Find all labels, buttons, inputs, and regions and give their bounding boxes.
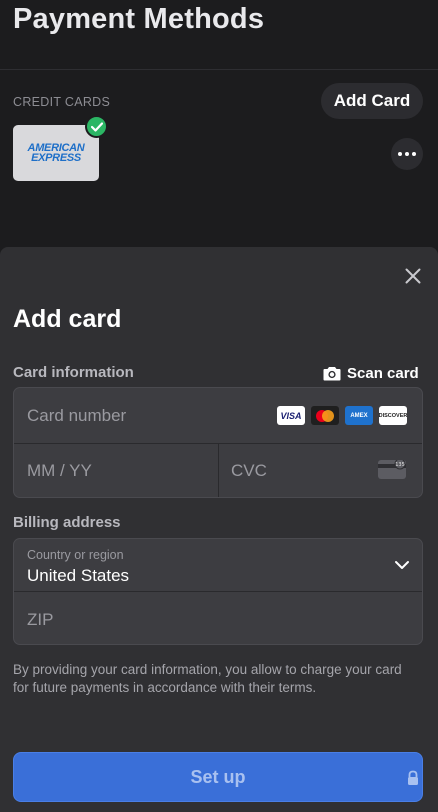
amex-logo: AMERICAN EXPRESS: [23, 143, 89, 164]
add-card-button[interactable]: Add Card: [321, 83, 423, 119]
card-details-group: VISA AMEX DISCOVER 135: [13, 387, 423, 498]
country-select[interactable]: Country or region United States: [14, 539, 422, 591]
country-value: United States: [27, 566, 130, 585]
header-divider: [0, 69, 438, 70]
chevron-down-icon: [395, 561, 409, 569]
zip-input[interactable]: [27, 610, 407, 630]
card-number-input[interactable]: [27, 406, 267, 426]
billing-address-label: Billing address: [13, 514, 121, 531]
camera-icon: [323, 366, 341, 380]
country-label: Country or region: [27, 548, 124, 562]
amex-logo-line2: EXPRESS: [31, 152, 81, 164]
billing-address-group: Country or region United States: [13, 538, 423, 645]
terms-text: By providing your card information, you …: [13, 662, 402, 695]
discover-icon: DISCOVER: [379, 406, 407, 425]
expiry-input[interactable]: [27, 461, 207, 481]
cvc-input[interactable]: [231, 461, 366, 481]
mastercard-icon: [311, 406, 339, 425]
close-icon[interactable]: [402, 265, 424, 287]
scan-card-button[interactable]: Scan card: [323, 362, 419, 384]
setup-label: Set up: [190, 766, 246, 787]
sheet-title: Add card: [13, 305, 122, 333]
card-information-label: Card information: [13, 364, 134, 381]
lock-icon: [408, 770, 418, 785]
card-column-divider: [218, 443, 219, 497]
billing-row-divider: [14, 591, 422, 592]
setup-button[interactable]: Set up: [13, 752, 423, 802]
page-title: Payment Methods: [13, 3, 265, 35]
check-circle-icon: [85, 115, 108, 138]
credit-cards-section-label: CREDIT CARDS: [13, 95, 111, 109]
svg-text:135: 135: [395, 462, 405, 468]
scan-card-label: Scan card: [347, 364, 419, 382]
amex-icon: AMEX: [345, 406, 373, 425]
saved-amex-card[interactable]: AMERICAN EXPRESS: [13, 125, 99, 181]
more-horizontal-icon[interactable]: [391, 138, 423, 170]
visa-icon: VISA: [277, 406, 305, 425]
payment-methods-page: Payment Methods CREDIT CARDS Add Card AM…: [0, 0, 438, 260]
cvc-card-icon: 135: [378, 458, 406, 479]
